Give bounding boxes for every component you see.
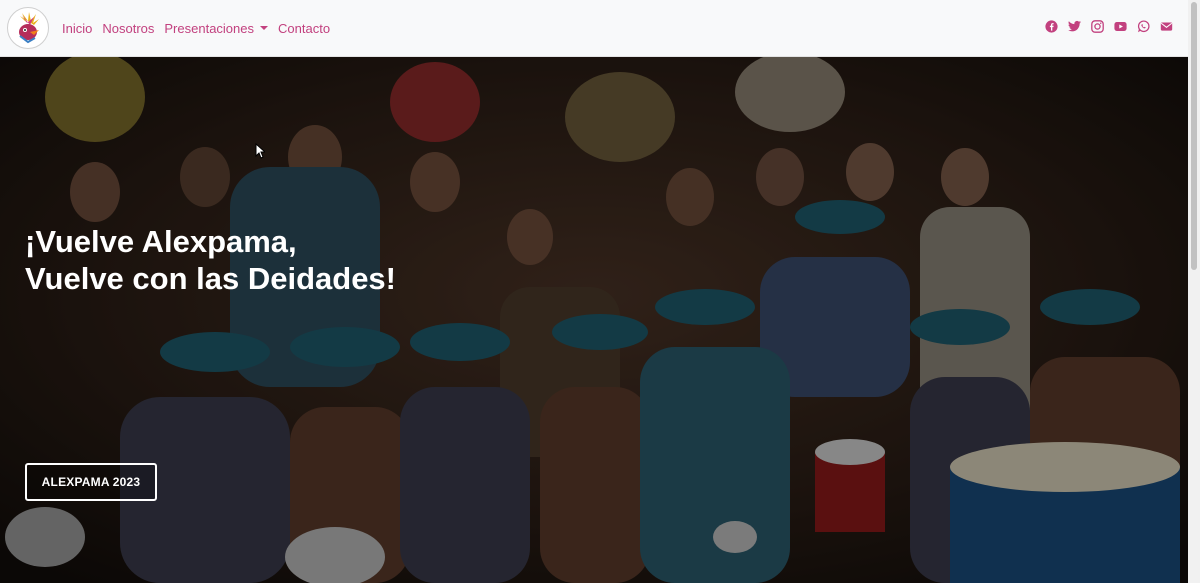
scrollbar-thumb[interactable] bbox=[1191, 2, 1197, 270]
mouse-cursor-icon bbox=[255, 143, 265, 159]
nav-link-presentaciones[interactable]: Presentaciones bbox=[164, 20, 269, 36]
alexpama-logo-icon[interactable] bbox=[7, 7, 49, 49]
whatsapp-icon[interactable] bbox=[1137, 20, 1150, 33]
page-scrollbar[interactable] bbox=[1188, 0, 1200, 583]
hero-title-line-1: ¡Vuelve Alexpama, bbox=[25, 224, 297, 259]
nav-link-inicio[interactable]: Inicio bbox=[62, 21, 92, 36]
alexpama-2023-button[interactable]: ALEXPAMA 2023 bbox=[25, 463, 157, 501]
nav-link-contacto[interactable]: Contacto bbox=[278, 21, 330, 36]
youtube-icon[interactable] bbox=[1114, 20, 1127, 33]
twitter-icon[interactable] bbox=[1068, 20, 1081, 33]
nav-link-presentaciones-label: Presentaciones bbox=[164, 20, 255, 36]
facebook-icon[interactable] bbox=[1045, 20, 1058, 33]
instagram-icon[interactable] bbox=[1091, 20, 1104, 33]
hero-title: ¡Vuelve Alexpama, Vuelve con las Deidade… bbox=[25, 223, 396, 297]
nav-links: Inicio Nosotros Presentaciones Contacto bbox=[62, 21, 340, 36]
navbar: Inicio Nosotros Presentaciones Contacto bbox=[0, 0, 1188, 57]
hero-section: ¡Vuelve Alexpama, Vuelve con las Deidade… bbox=[0, 57, 1188, 583]
nav-link-nosotros[interactable]: Nosotros bbox=[102, 21, 154, 36]
chevron-down-icon bbox=[260, 25, 269, 30]
social-links bbox=[1045, 20, 1173, 33]
email-icon[interactable] bbox=[1160, 20, 1173, 33]
hero-title-line-2: Vuelve con las Deidades! bbox=[25, 261, 397, 297]
hero-overlay bbox=[0, 57, 1188, 583]
